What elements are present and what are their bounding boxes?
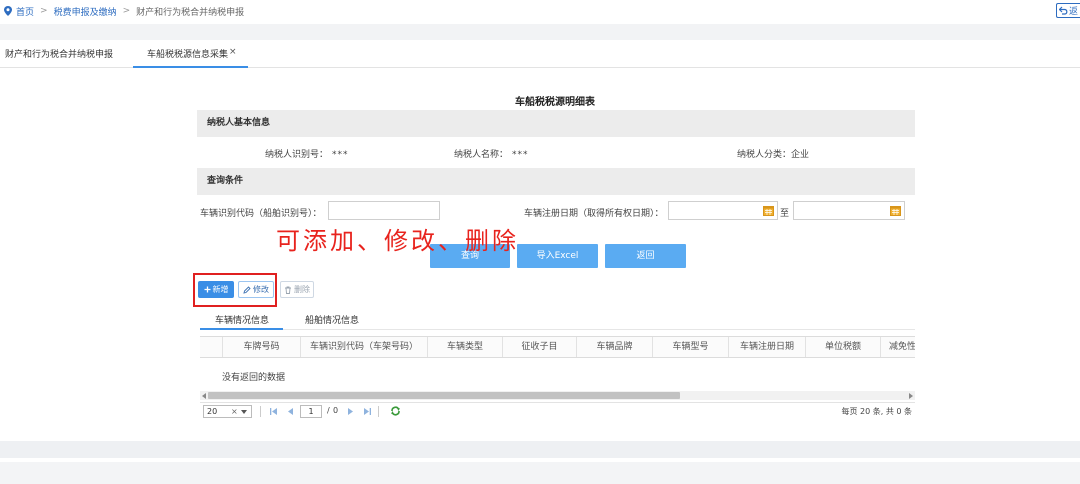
field-value: *** [332,150,349,160]
delete-button-label: 删除 [294,285,310,294]
scrollbar-thumb[interactable] [208,392,680,399]
breadcrumb-home[interactable]: 首页 [16,5,34,18]
chevron-down-icon[interactable] [241,410,247,414]
column-header[interactable]: 车辆类型 [427,337,502,357]
tab-label: 财产和行为税合并纳税申报 [5,50,114,60]
footer-band [0,441,1080,458]
last-page-icon[interactable] [363,407,372,416]
scroll-right-icon[interactable] [909,393,913,399]
reg-date-label: 车辆注册日期（取得所有权日期）： [524,209,664,219]
location-pin-icon [4,6,12,16]
current-page-input[interactable]: 1 [300,405,322,418]
breadcrumb-tax-filing[interactable]: 税费申报及缴纳 [54,5,117,18]
trash-icon [285,286,291,294]
section-query-conditions: 查询条件 [197,168,915,195]
date-from-input[interactable] [668,201,778,220]
annotation-highlight-box [193,273,277,307]
scroll-left-icon[interactable] [202,393,206,399]
active-tab-indicator [133,66,248,68]
vin-label: 车辆识别代码（船舶识别号）： [200,209,322,219]
page-size-select[interactable]: 20 × [203,405,252,418]
pager-divider [260,406,261,417]
breadcrumb-separator: > [122,6,131,16]
pagination-summary: 每页 20 条, 共 0 条 [841,407,912,416]
field-taxpayer-category: 纳税人分类：企业 [737,147,809,160]
tab-label: 车船税税源信息采集 [147,50,229,60]
field-label: 纳税人分类： [737,150,792,160]
table-empty-message: 没有返回的数据 [222,373,286,383]
column-header[interactable]: 征收子目 [502,337,576,357]
page: 首页 > 税费申报及缴纳 > 财产和行为税合并纳税申报 返 财产和行为税合并纳税… [0,0,1080,484]
subtab-vessel-info[interactable]: 船舶情况信息 [305,313,359,326]
tab-vehicle-vessel-source[interactable]: 车船税税源信息采集× [147,47,237,60]
page-title: 车船税税源明细表 [515,97,595,108]
top-back-label: 返 [1069,7,1079,17]
back-arrow-icon [1059,6,1068,15]
vin-input[interactable] [328,201,440,220]
page-of-label: / [327,406,330,415]
refresh-icon[interactable] [390,406,401,416]
column-header[interactable]: 车辆型号 [652,337,728,357]
total-pages: 0 [333,406,339,415]
next-page-icon[interactable] [346,407,355,416]
column-header[interactable]: 减免性 [880,337,915,357]
column-header[interactable]: 车辆注册日期 [728,337,805,357]
breadcrumb: 首页 > 税费申报及缴纳 > 财产和行为税合并纳税申报 [4,4,244,18]
active-subtab-indicator [200,328,283,330]
subtab-vehicle-info[interactable]: 车辆情况信息 [215,313,269,326]
horizontal-scrollbar[interactable] [200,391,915,400]
column-header-select [200,337,222,357]
field-value: *** [512,150,529,160]
delete-button[interactable]: 删除 [280,281,314,298]
date-to-label: 至 [780,209,790,219]
column-header[interactable]: 车辆识别代码（车架号码） [300,337,427,357]
breadcrumb-separator: > [40,6,48,16]
column-header[interactable]: 单位税额 [805,337,880,357]
table-header: 车牌号码 车辆识别代码（车架号码） 车辆类型 征收子目 车辆品牌 车辆型号 车辆… [200,336,915,358]
field-taxpayer-name: 纳税人名称： *** [454,147,529,160]
header-band [0,24,1080,40]
column-header[interactable]: 车牌号码 [222,337,300,357]
annotation-text: 可添加、修改、删除 [276,227,519,255]
field-label: 纳税人识别号： [265,150,329,160]
pager-divider [378,406,379,417]
page-size-value: 20 [207,407,218,416]
field-label: 纳税人名称： [454,150,509,160]
import-excel-button[interactable]: 导入Excel [517,244,598,268]
close-icon[interactable]: × [229,47,237,57]
field-taxpayer-id: 纳税人识别号： *** [265,147,349,160]
prev-page-icon[interactable] [286,407,295,416]
column-header[interactable]: 车辆品牌 [576,337,652,357]
calendar-icon[interactable] [763,205,774,216]
top-back-button[interactable]: 返 [1056,3,1080,18]
first-page-icon[interactable] [269,407,278,416]
footer-band-lower [0,462,1080,484]
calendar-icon[interactable] [890,205,901,216]
field-value: 企业 [791,150,810,160]
section-taxpayer-info: 纳税人基本信息 [197,110,915,137]
breadcrumb-current: 财产和行为税合并纳税申报 [136,7,245,18]
pagination: 20 × 1 / 0 每页 20 条, 共 0 条 [200,402,915,420]
clear-icon[interactable]: × [231,406,238,417]
tab-combined-filing[interactable]: 财产和行为税合并纳税申报 [5,47,113,60]
subtab-divider [200,329,915,330]
date-to-input[interactable] [793,201,905,220]
back-button[interactable]: 返回 [605,244,686,268]
